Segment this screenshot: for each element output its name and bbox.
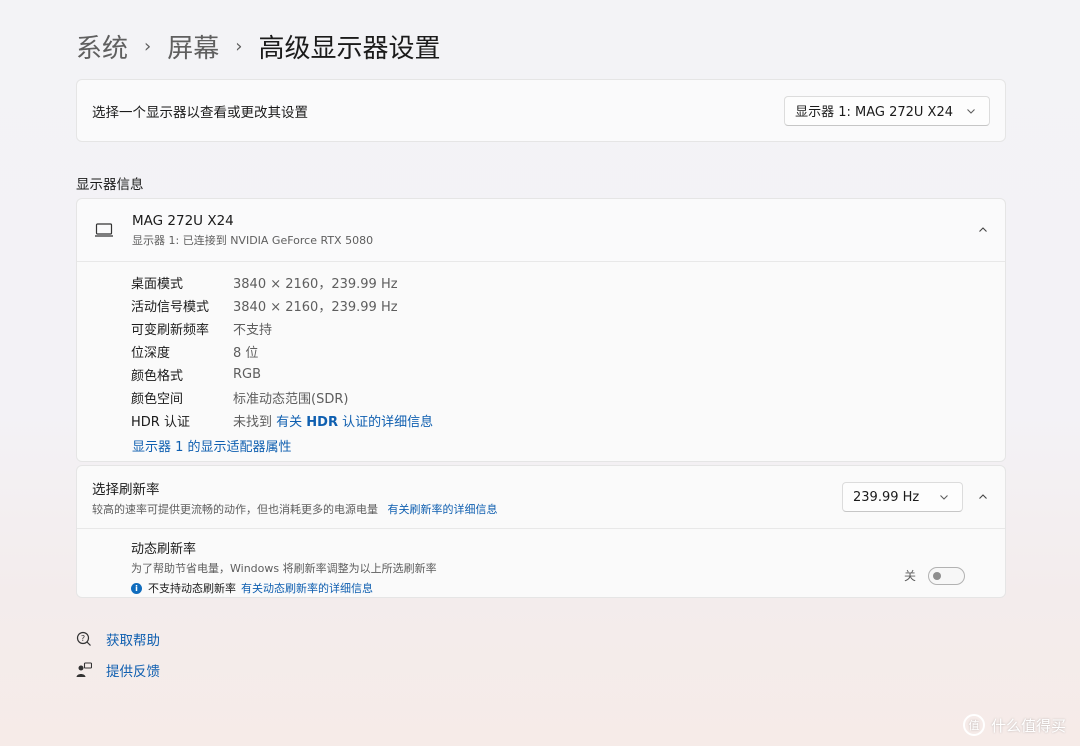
display-info-header[interactable]: MAG 272U X24 显示器 1: 已连接到 NVIDIA GeForce … [77, 199, 1005, 262]
info-value: 3840 × 2160，239.99 Hz [233, 300, 398, 315]
display-subtitle: 显示器 1: 已连接到 NVIDIA GeForce RTX 5080 [132, 233, 374, 247]
monitor-dropdown[interactable]: 显示器 1: MAG 272U X24 [784, 95, 990, 126]
svg-text:?: ? [81, 634, 85, 643]
info-key: 桌面模式 [131, 277, 184, 292]
info-value: 3840 × 2160，239.99 Hz [233, 277, 398, 292]
info-value: 8 位 [233, 346, 259, 361]
breadcrumb: 系统 › 屏幕 › 高级显示器设置 [76, 26, 440, 66]
info-row: 桌面模式 3840 × 2160，239.99 Hz [77, 271, 1005, 294]
get-help-link[interactable]: ? 获取帮助 [76, 629, 160, 649]
hdr-status: 未找到 [233, 415, 277, 430]
toggle-state-label: 关 [903, 569, 916, 583]
refresh-rate-link[interactable]: 有关刷新率的详细信息 [388, 503, 498, 516]
info-value: RGB [233, 367, 262, 382]
info-key: 位深度 [131, 346, 171, 361]
breadcrumb-system[interactable]: 系统 [76, 28, 128, 65]
info-value: 未找到 有关 HDR 认证的详细信息 [233, 411, 433, 430]
dynamic-refresh-note: i 不支持动态刷新率 有关动态刷新率的详细信息 [131, 580, 437, 596]
info-value: 标准动态范围(SDR) [233, 392, 349, 407]
info-key: 活动信号模式 [131, 300, 210, 315]
display-info-details: 桌面模式 3840 × 2160，239.99 Hz 活动信号模式 3840 ×… [77, 262, 1005, 461]
info-key: 颜色空间 [131, 392, 184, 407]
chevron-right-icon: › [235, 35, 243, 57]
dynamic-refresh-toggle-group: 关 [903, 552, 965, 597]
refresh-rate-description: 较高的速率可提供更流畅的动作，但也消耗更多的电源电量 有关刷新率的详细信息 [92, 501, 498, 517]
info-icon: i [131, 582, 142, 594]
feedback-label: 提供反馈 [106, 664, 160, 680]
refresh-rate-dropdown[interactable]: 239.99 Hz [842, 482, 963, 512]
monitor-select-card: 选择一个显示器以查看或更改其设置 显示器 1: MAG 272U X24 [76, 79, 1006, 142]
hdr-link-post: 认证的详细信息 [337, 415, 434, 430]
dynamic-refresh-toggle[interactable] [928, 566, 965, 585]
hdr-link-bold: HDR [306, 415, 338, 430]
chevron-right-icon: › [144, 35, 152, 57]
page-title: 高级显示器设置 [258, 33, 441, 64]
dynamic-refresh-section: 动态刷新率 为了帮助节省电量，Windows 将刷新率调整为以上所选刷新率 i … [77, 529, 1005, 597]
info-row: HDR 认证 未找到 有关 HDR 认证的详细信息 [77, 409, 1005, 432]
hdr-cert-link[interactable]: 有关 HDR 认证的详细信息 [276, 415, 433, 430]
info-row: 可变刷新频率 不支持 [77, 317, 1005, 340]
watermark-text: 什么值得买 [990, 716, 1066, 735]
display-name: MAG 272U X24 [132, 212, 234, 229]
info-row: 颜色空间 标准动态范围(SDR) [77, 386, 1005, 409]
watermark: 值 什么值得买 [962, 714, 1066, 736]
info-key: 颜色格式 [131, 369, 184, 384]
breadcrumb-display[interactable]: 屏幕 [167, 28, 219, 65]
get-help-label: 获取帮助 [106, 633, 160, 649]
dynamic-refresh-description: 为了帮助节省电量，Windows 将刷新率调整为以上所选刷新率 [131, 562, 437, 575]
refresh-rate-value: 239.99 Hz [853, 489, 920, 505]
section-title-display-info: 显示器信息 [76, 177, 144, 193]
info-row: 颜色格式 RGB [77, 363, 1005, 386]
chevron-down-icon [967, 108, 975, 114]
info-key: HDR 认证 [131, 415, 190, 430]
hdr-link-pre: 有关 [276, 415, 307, 430]
refresh-rate-card: 选择刷新率 较高的速率可提供更流畅的动作，但也消耗更多的电源电量 有关刷新率的详… [76, 465, 1006, 598]
chevron-up-icon[interactable] [977, 224, 989, 236]
refresh-rate-header: 选择刷新率 较高的速率可提供更流畅的动作，但也消耗更多的电源电量 有关刷新率的详… [77, 466, 1005, 529]
dynamic-refresh-title: 动态刷新率 [131, 542, 197, 557]
feedback-icon [76, 662, 92, 677]
info-row: 位深度 8 位 [77, 340, 1005, 363]
feedback-link[interactable]: 提供反馈 [76, 660, 160, 680]
monitor-dropdown-value: 显示器 1: MAG 272U X24 [795, 105, 953, 120]
info-value: 不支持 [233, 323, 273, 338]
help-icon: ? [76, 631, 91, 646]
display-info-card: MAG 272U X24 显示器 1: 已连接到 NVIDIA GeForce … [76, 198, 1006, 462]
refresh-rate-title: 选择刷新率 [92, 481, 160, 498]
adapter-properties-link[interactable]: 显示器 1 的显示适配器属性 [77, 434, 1005, 456]
dynamic-refresh-note-text: 不支持动态刷新率 [148, 582, 236, 595]
monitor-icon [95, 223, 113, 237]
toggle-knob [933, 571, 941, 580]
chevron-down-icon [940, 495, 948, 500]
chevron-up-icon[interactable] [977, 491, 989, 503]
info-key: 可变刷新频率 [131, 323, 210, 338]
dynamic-refresh-link[interactable]: 有关动态刷新率的详细信息 [241, 580, 373, 596]
info-row: 活动信号模式 3840 × 2160，239.99 Hz [77, 294, 1005, 317]
monitor-select-label: 选择一个显示器以查看或更改其设置 [92, 104, 308, 121]
watermark-logo-icon: 值 [962, 714, 985, 736]
refresh-rate-desc-text: 较高的速率可提供更流畅的动作，但也消耗更多的电源电量 [92, 502, 378, 516]
